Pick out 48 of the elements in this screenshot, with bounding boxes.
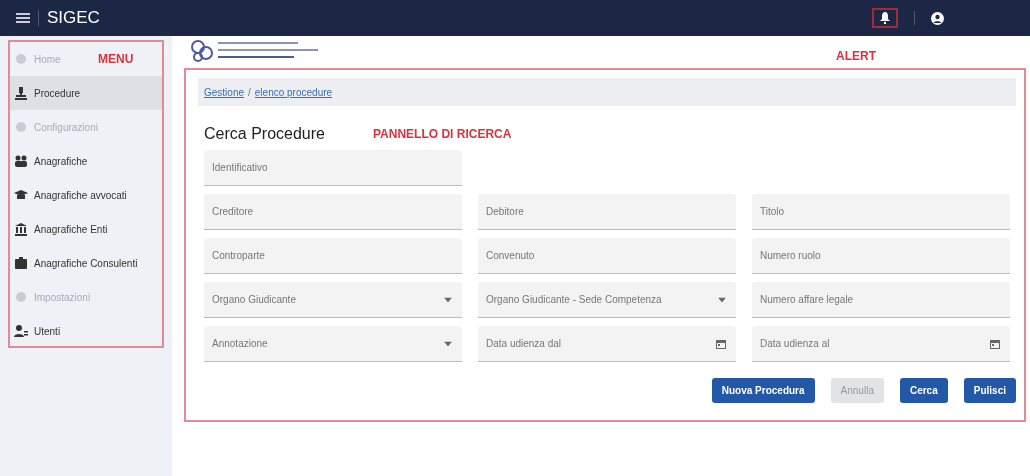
breadcrumb-separator: / [248, 85, 251, 100]
annotation-label: PANNELLO DI RICERCA [372, 126, 512, 143]
input-field[interactable]: Controparte [204, 238, 462, 274]
input-field[interactable]: Titolo [751, 194, 1010, 230]
circle-icon [14, 52, 28, 66]
action-button[interactable]: Cerca [899, 378, 948, 403]
select-field[interactable]: Organo Giudicante - Sede Competenza [478, 282, 736, 318]
input-field[interactable]: Convenuto [478, 238, 736, 274]
dropdown-caret-icon [444, 297, 452, 303]
user-list-icon [14, 324, 28, 338]
input-field[interactable]: Identificativo [204, 150, 462, 186]
select-field[interactable]: Organo Giudicante [204, 282, 462, 318]
user-icon[interactable] [931, 11, 944, 25]
bank-icon [14, 222, 28, 236]
action-button[interactable]: Nuova Procedura [711, 378, 815, 403]
gavel-icon [14, 86, 28, 100]
graduation-cap-icon [14, 188, 28, 202]
sidebar-item[interactable]: Anagrafiche Enti [10, 212, 162, 246]
dropdown-caret-icon [444, 341, 452, 347]
sidebar-item[interactable]: Utenti [10, 314, 162, 348]
breadcrumb-link[interactable]: Gestione [204, 84, 245, 100]
input-field[interactable]: Numero ruolo [751, 238, 1010, 274]
notification-button[interactable] [872, 8, 898, 28]
calendar-icon[interactable] [989, 339, 1000, 349]
page-title: Cerca Procedure [204, 124, 325, 144]
date-field[interactable]: Data udienza dal [478, 326, 736, 362]
sidebar-item[interactable]: Anagrafiche avvocati [10, 178, 162, 212]
bell-icon [880, 12, 890, 24]
app-title: SIGEC [47, 7, 100, 30]
annotation-label: MENU [98, 51, 134, 68]
circle-icon [14, 120, 28, 134]
annotation-label: ALERT [836, 48, 876, 65]
people-icon [14, 154, 28, 168]
dropdown-caret-icon [717, 297, 726, 303]
sidebar-item[interactable]: Anagrafiche [10, 144, 162, 178]
input-field[interactable]: Numero affare legale [751, 282, 1010, 318]
sidebar-item[interactable]: Procedure [10, 76, 162, 110]
calendar-icon[interactable] [715, 339, 726, 349]
action-button[interactable]: Pulisci [963, 378, 1016, 403]
menu-icon[interactable] [16, 12, 30, 24]
input-field[interactable]: Creditore [204, 194, 462, 230]
circle-icon [14, 290, 28, 304]
input-field[interactable]: Debitore [478, 194, 736, 230]
breadcrumb-link[interactable]: elenco procedure [254, 84, 333, 100]
sidebar-item[interactable]: Anagrafiche Consulenti [10, 246, 162, 280]
briefcase-icon [14, 256, 28, 270]
select-field[interactable]: Annotazione [204, 326, 462, 362]
date-field[interactable]: Data udienza al [751, 326, 1010, 362]
